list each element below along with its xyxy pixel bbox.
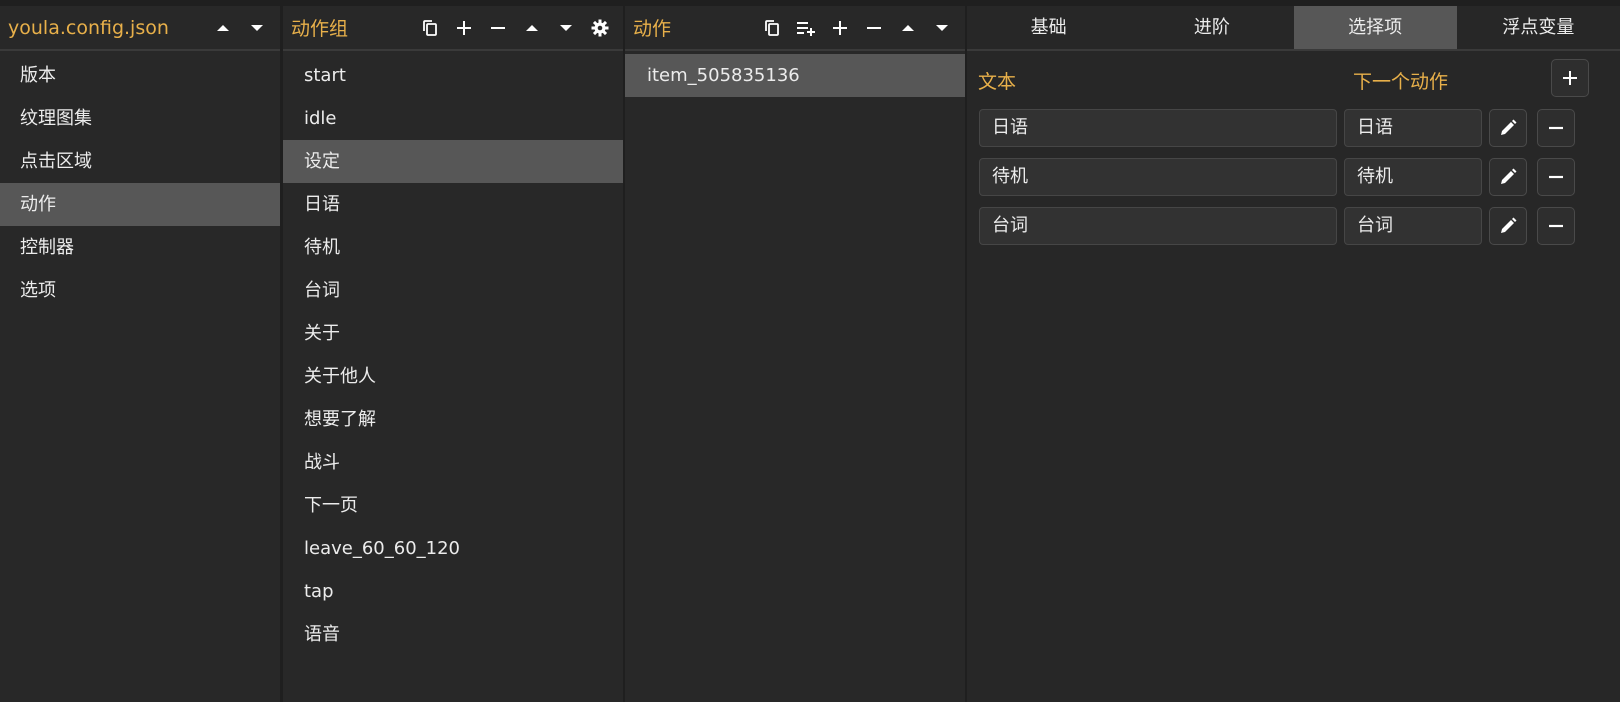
option-text-field[interactable]: 待机 [979,158,1337,196]
option-next-action-field[interactable]: 台词 [1344,207,1482,245]
edit-option-button[interactable] [1489,158,1527,196]
motion-group-item[interactable]: 关于他人 [283,355,623,398]
remove-option-button[interactable] [1537,207,1575,245]
pencil-icon [1501,168,1517,184]
groups-header: 动作组 [283,6,623,51]
remove-option-button[interactable] [1537,158,1575,196]
motions-list: item_505835136 [625,51,965,97]
sections-header: youla.config.json [0,6,280,51]
motion-group-item[interactable]: 战斗 [283,441,623,484]
minus-icon [1549,126,1563,130]
motion-group-item[interactable]: idle [283,97,623,140]
option-rows: 日语 日语 待机 待机 台词 台词 [967,107,1620,254]
motions-panel: 动作 item_505835136 [625,6,965,702]
option-row: 日语 日语 [967,107,1620,156]
pencil-icon [1501,217,1517,233]
arrow-down-icon [936,24,948,31]
edit-option-button[interactable] [1489,109,1527,147]
sections-panel: youla.config.json 版本 纹理图集 点击区域 动作 控制器 选项 [0,6,280,702]
motions-title: 动作 [633,18,672,40]
move-down-button[interactable] [240,11,274,45]
move-up-button[interactable] [206,11,240,45]
minus-icon [867,26,881,29]
section-item[interactable]: 选项 [0,269,280,312]
remove-option-button[interactable] [1537,109,1575,147]
add-motion-button[interactable] [823,11,857,45]
minus-icon [491,26,505,29]
option-row: 台词 台词 [967,205,1620,254]
copy-icon [423,19,437,36]
motion-group-item[interactable]: 日语 [283,183,623,226]
sections-list: 版本 纹理图集 点击区域 动作 控制器 选项 [0,51,280,312]
group-down-button[interactable] [549,11,583,45]
motion-groups-panel: 动作组 start idle 设定 日语 待机 台词 关于 关于他人 想要了解 … [283,6,623,702]
section-item[interactable]: 动作 [0,183,280,226]
motion-item[interactable]: item_505835136 [625,54,965,97]
tab-3[interactable]: 浮点变量 [1457,6,1620,49]
motion-group-item[interactable]: 待机 [283,226,623,269]
plus-icon [833,20,847,35]
motion-group-item[interactable]: 语音 [283,613,623,656]
section-item[interactable]: 控制器 [0,226,280,269]
remove-group-button[interactable] [481,11,515,45]
gear-icon [591,19,609,36]
motion-group-item[interactable]: tap [283,570,623,613]
arrow-up-icon [217,24,229,31]
motion-down-button[interactable] [925,11,959,45]
playlist-add-icon [797,21,815,36]
batch-add-motion-button[interactable] [789,11,823,45]
motion-group-item[interactable]: 下一页 [283,484,623,527]
section-item[interactable]: 纹理图集 [0,97,280,140]
motion-group-item[interactable]: 想要了解 [283,398,623,441]
copy-group-button[interactable] [413,11,447,45]
copy-motion-button[interactable] [755,11,789,45]
motions-header: 动作 [625,6,965,51]
motions-toolbar [755,11,965,45]
text-column-label: 文本 [978,71,1017,93]
groups-title: 动作组 [291,18,349,40]
tab-0[interactable]: 基础 [967,6,1130,49]
section-item[interactable]: 版本 [0,54,280,97]
remove-motion-button[interactable] [857,11,891,45]
option-text-field[interactable]: 台词 [979,207,1337,245]
motion-group-item[interactable]: 设定 [283,140,623,183]
properties-tabs: 基础 进阶 选择项 浮点变量 [967,6,1620,51]
minus-icon [1549,224,1563,228]
arrow-down-icon [560,24,572,31]
arrow-down-icon [251,24,263,31]
option-next-action-field[interactable]: 日语 [1344,109,1482,147]
plus-icon [1563,71,1577,85]
properties-panel: 基础 进阶 选择项 浮点变量 文本 下一个动作 日语 日语 待机 待机 台词 台词 [967,6,1620,702]
minus-icon [1549,175,1563,179]
add-option-button[interactable] [1551,59,1589,97]
option-row: 待机 待机 [967,156,1620,205]
motion-group-item[interactable]: 台词 [283,269,623,312]
tab-2[interactable]: 选择项 [1293,6,1457,49]
arrow-up-icon [902,24,914,31]
option-next-action-field[interactable]: 待机 [1344,158,1482,196]
motion-group-item[interactable]: leave_60_60_120 [283,527,623,570]
section-item[interactable]: 点击区域 [0,140,280,183]
sections-toolbar [206,11,280,45]
group-up-button[interactable] [515,11,549,45]
next-action-column-label: 下一个动作 [1353,71,1449,93]
motion-group-item[interactable]: start [283,54,623,97]
tab-1[interactable]: 进阶 [1130,6,1293,49]
plus-icon [457,20,471,35]
arrow-up-icon [526,24,538,31]
add-group-button[interactable] [447,11,481,45]
groups-toolbar [413,11,623,45]
file-title: youla.config.json [8,16,169,39]
group-settings-button[interactable] [583,11,617,45]
groups-list: start idle 设定 日语 待机 台词 关于 关于他人 想要了解 战斗 下一页 leave_60… [283,51,623,656]
motion-group-item[interactable]: 关于 [283,312,623,355]
copy-icon [765,19,779,36]
edit-option-button[interactable] [1489,207,1527,245]
motion-up-button[interactable] [891,11,925,45]
option-text-field[interactable]: 日语 [979,109,1337,147]
options-header: 文本 下一个动作 [967,51,1620,107]
pencil-icon [1501,119,1517,135]
